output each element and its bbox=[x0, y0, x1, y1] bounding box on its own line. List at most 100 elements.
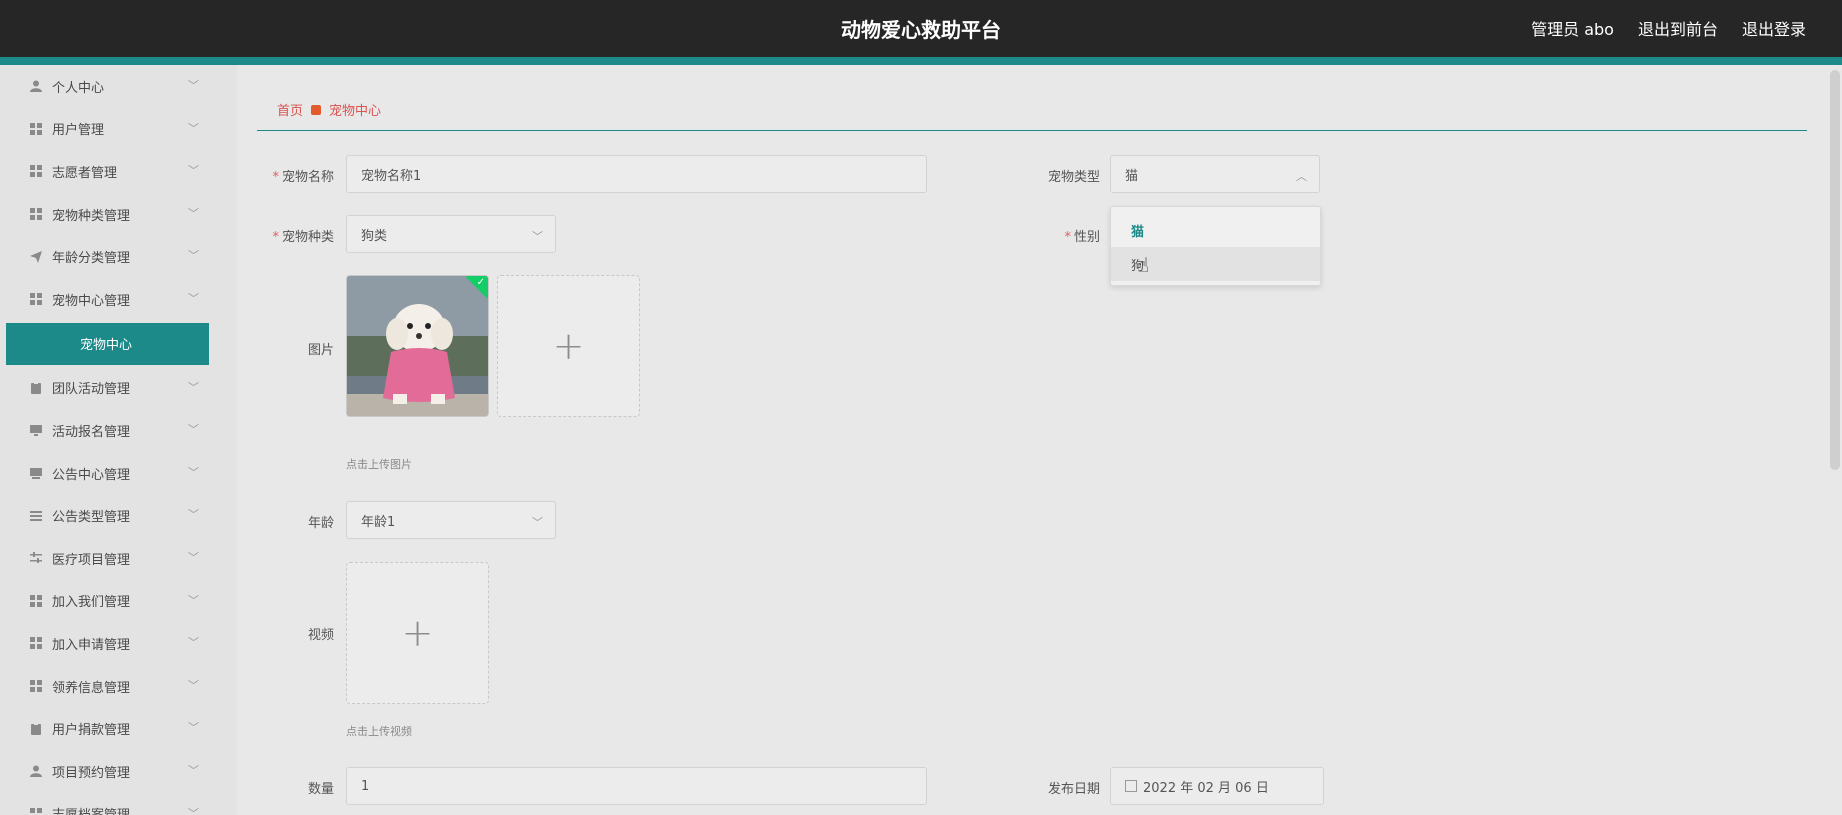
grid-icon bbox=[30, 208, 42, 221]
sidebar-item-volunteer-file-management[interactable]: 志愿档案管理 ﹀ bbox=[0, 793, 237, 815]
sidebar-item-medical-project-management[interactable]: 医疗项目管理 ﹀ bbox=[0, 537, 237, 580]
grid-icon bbox=[30, 122, 42, 135]
sliders-icon bbox=[30, 552, 42, 564]
sidebar-item-label: 项目预约管理 bbox=[52, 765, 131, 781]
breadcrumb-home[interactable]: 首页 bbox=[277, 100, 303, 119]
chevron-down-icon: ﹀ bbox=[188, 593, 199, 607]
video-upload-hint: 点击上传视频 bbox=[346, 725, 412, 738]
pet-type-label: 宠物类型 bbox=[1047, 170, 1100, 185]
video-upload-button[interactable]: + bbox=[346, 562, 489, 704]
sidebar-item-announcement-center-management[interactable]: 公告中心管理 ﹀ bbox=[0, 452, 237, 495]
top-bar: 动物爱心救助平台 管理员 abo 退出到前台 退出登录 bbox=[0, 0, 1842, 65]
sidebar-item-label: 用户捐款管理 bbox=[52, 723, 131, 739]
sidebar-item-pet-center-management[interactable]: 宠物中心管理 ﹀ bbox=[0, 278, 237, 321]
chevron-down-icon: ﹀ bbox=[188, 763, 199, 777]
logout-link[interactable]: 退出登录 bbox=[1742, 16, 1806, 40]
publish-date-label: 发布日期 bbox=[1047, 782, 1100, 797]
sidebar-item-label: 团队活动管理 bbox=[52, 382, 131, 398]
chevron-up-icon: ︿ bbox=[1296, 170, 1307, 183]
pet-species-select[interactable]: 狗类 ﹀ bbox=[346, 215, 556, 253]
chevron-down-icon: ﹀ bbox=[188, 164, 199, 178]
sidebar-item-pet-species-management[interactable]: 宠物种类管理 ﹀ bbox=[0, 193, 237, 236]
user-icon bbox=[30, 765, 42, 778]
sidebar-item-team-activity-management[interactable]: 团队活动管理 ﹀ bbox=[0, 367, 237, 410]
chevron-down-icon: ﹀ bbox=[188, 550, 199, 564]
monitor-icon bbox=[30, 467, 42, 480]
user-icon bbox=[30, 80, 42, 93]
chevron-down-icon: ﹀ bbox=[532, 516, 543, 529]
chevron-down-icon: ﹀ bbox=[188, 206, 199, 220]
grid-icon bbox=[30, 637, 42, 650]
breadcrumb-current: 宠物中心 bbox=[329, 104, 382, 119]
sidebar-item-label: 公告类型管理 bbox=[52, 510, 131, 526]
sidebar-item-user-management[interactable]: 用户管理 ﹀ bbox=[0, 108, 237, 151]
age-selected-value: 年龄1 bbox=[361, 514, 396, 530]
sidebar-item-project-booking-management[interactable]: 项目预约管理 ﹀ bbox=[0, 750, 237, 793]
image-upload-hint: 点击上传图片 bbox=[346, 458, 412, 471]
chevron-down-icon: ﹀ bbox=[188, 121, 199, 135]
age-select[interactable]: 年龄1 ﹀ bbox=[346, 501, 556, 539]
top-links: 管理员 abo 退出到前台 退出登录 bbox=[1531, 16, 1806, 40]
breadcrumb-divider bbox=[257, 130, 1807, 131]
publish-date-picker[interactable]: 2022 年 02 月 06 日 bbox=[1110, 767, 1324, 805]
sidebar-item-adoption-info-management[interactable]: 领养信息管理 ﹀ bbox=[0, 665, 237, 708]
sidebar-item-join-us-management[interactable]: 加入我们管理 ﹀ bbox=[0, 580, 237, 623]
pet-center-icon bbox=[311, 104, 322, 115]
exit-to-front-link[interactable]: 退出到前台 bbox=[1638, 16, 1718, 40]
video-label: 视频 bbox=[307, 628, 334, 643]
chevron-down-icon: ﹀ bbox=[188, 721, 199, 735]
current-user[interactable]: 管理员 abo bbox=[1531, 16, 1614, 40]
chevron-down-icon: ﹀ bbox=[188, 806, 199, 815]
plus-icon: + bbox=[552, 324, 585, 368]
sidebar-item-announcement-type-management[interactable]: 公告类型管理 ﹀ bbox=[0, 494, 237, 537]
sidebar-item-label: 用户管理 bbox=[52, 123, 105, 139]
gender-label: * 性别 bbox=[1064, 230, 1100, 245]
sidebar-item-label: 个人中心 bbox=[52, 80, 105, 96]
clipboard-icon bbox=[30, 722, 42, 735]
pet-name-label: * 宠物名称 bbox=[272, 170, 334, 185]
pet-type-select[interactable]: 猫 ︿ bbox=[1110, 155, 1320, 193]
header-accent-stripe bbox=[0, 57, 1842, 65]
image-upload-button[interactable]: + bbox=[497, 275, 640, 417]
sidebar-item-volunteer-management[interactable]: 志愿者管理 ﹀ bbox=[0, 150, 237, 193]
uploaded-pet-photo[interactable]: ✓ bbox=[346, 275, 489, 417]
sidebar-item-activity-signup-management[interactable]: 活动报名管理 ﹀ bbox=[0, 409, 237, 452]
dropdown-option-cat[interactable]: 猫 bbox=[1111, 213, 1320, 247]
sidebar-item-label: 宠物中心管理 bbox=[52, 293, 131, 309]
age-label: 年龄 bbox=[307, 516, 334, 531]
image-label: 图片 bbox=[307, 343, 334, 358]
pet-species-label: * 宠物种类 bbox=[272, 230, 334, 245]
sidebar-item-label: 年龄分类管理 bbox=[52, 251, 131, 267]
plus-icon: + bbox=[401, 611, 434, 655]
sidebar-item-label: 加入申请管理 bbox=[52, 637, 131, 653]
sidebar-item-label: 领养信息管理 bbox=[52, 680, 131, 696]
chevron-down-icon: ﹀ bbox=[532, 230, 543, 243]
list-icon bbox=[30, 510, 42, 522]
chevron-up-icon: ﹀ bbox=[188, 291, 199, 305]
sidebar-item-personal-center[interactable]: 个人中心 ﹀ bbox=[0, 65, 237, 108]
page-scrollbar[interactable] bbox=[1830, 70, 1840, 470]
chevron-down-icon: ﹀ bbox=[188, 465, 199, 479]
monitor-icon bbox=[30, 424, 42, 437]
hand-cursor-icon: ☝ bbox=[1137, 253, 1150, 277]
sidebar-item-age-category-management[interactable]: 年龄分类管理 ﹀ bbox=[0, 235, 237, 278]
publish-date-value: 2022 年 02 月 06 日 bbox=[1143, 780, 1269, 796]
sidebar-item-label: 活动报名管理 bbox=[52, 424, 131, 440]
chevron-down-icon: ﹀ bbox=[188, 636, 199, 650]
grid-icon bbox=[30, 594, 42, 607]
sidebar-subitem-pet-center[interactable]: 宠物中心 bbox=[6, 322, 209, 365]
grid-icon bbox=[30, 680, 42, 693]
sidebar-item-join-application-management[interactable]: 加入申请管理 ﹀ bbox=[0, 622, 237, 665]
pet-species-selected-value: 狗类 bbox=[361, 228, 388, 244]
sidebar-item-label: 志愿者管理 bbox=[52, 165, 118, 181]
sidebar-item-user-donation-management[interactable]: 用户捐款管理 ﹀ bbox=[0, 707, 237, 750]
chevron-down-icon: ﹀ bbox=[188, 380, 199, 394]
quantity-input[interactable]: 1 bbox=[346, 767, 927, 805]
sidebar-item-label: 医疗项目管理 bbox=[52, 552, 131, 568]
calendar-icon bbox=[1125, 780, 1137, 792]
sidebar-item-label: 公告中心管理 bbox=[52, 467, 131, 483]
clipboard-icon bbox=[30, 381, 42, 394]
pet-name-input[interactable]: 宠物名称1 bbox=[346, 155, 927, 193]
dog-photo-image bbox=[347, 276, 488, 416]
sidebar-item-label: 志愿档案管理 bbox=[52, 804, 130, 815]
